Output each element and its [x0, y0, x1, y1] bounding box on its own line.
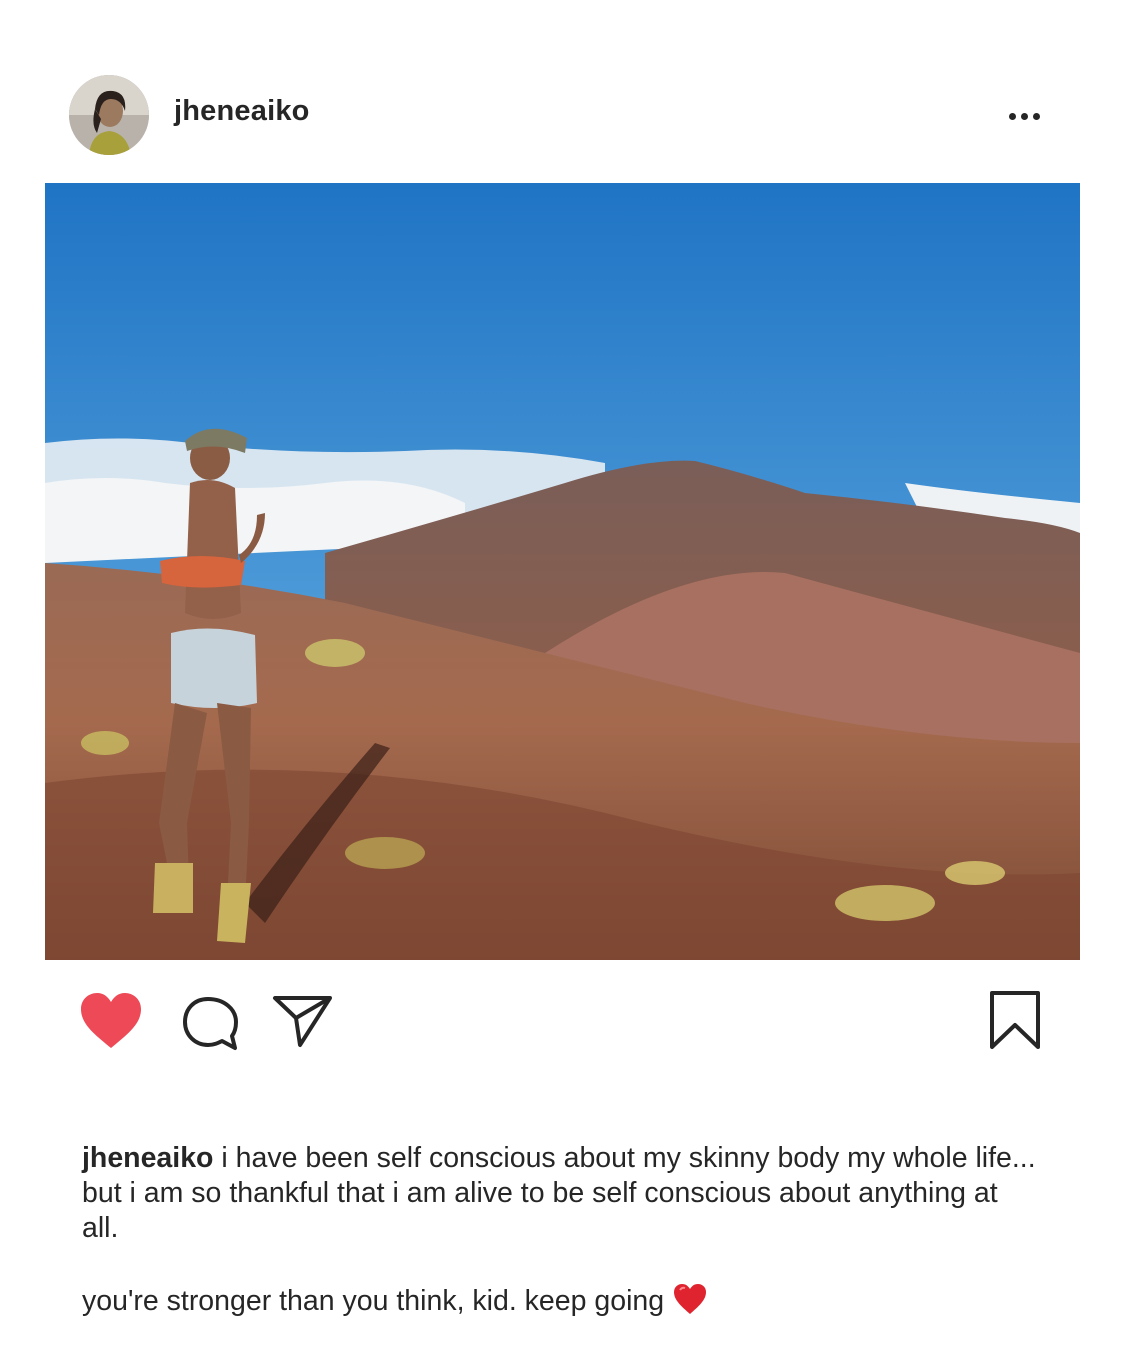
more-dot	[1020, 112, 1028, 120]
heart-icon	[81, 993, 141, 1048]
comment-icon	[183, 997, 238, 1050]
save-button[interactable]	[980, 985, 1050, 1055]
avatar-image	[69, 75, 149, 155]
post-image	[45, 183, 1080, 960]
comment-button[interactable]	[178, 993, 242, 1053]
more-options-button[interactable]	[1000, 96, 1048, 136]
more-horizontal-icon	[1008, 112, 1016, 120]
caption-second-line: you're stronger than you think, kid. kee…	[82, 1282, 1042, 1325]
avatar[interactable]	[69, 75, 149, 155]
post-username[interactable]: jheneaiko	[174, 95, 310, 128]
post-photo[interactable]	[45, 183, 1080, 960]
post-caption: jheneaiko i have been self conscious abo…	[82, 1141, 1042, 1325]
like-button[interactable]	[78, 990, 144, 1052]
red-heart-emoji-icon	[672, 1282, 708, 1325]
more-dot	[1032, 112, 1040, 120]
caption-body: i have been self conscious about my skin…	[82, 1142, 1036, 1244]
caption-second-text: you're stronger than you think, kid. kee…	[82, 1285, 665, 1317]
share-button[interactable]	[270, 990, 336, 1052]
post-actions	[0, 960, 1125, 1080]
caption-text: jheneaiko i have been self conscious abo…	[82, 1141, 1042, 1246]
post-header: jheneaiko	[0, 0, 1125, 180]
send-icon	[273, 996, 332, 1047]
caption-username[interactable]: jheneaiko	[82, 1142, 213, 1174]
bookmark-icon	[990, 991, 1040, 1049]
